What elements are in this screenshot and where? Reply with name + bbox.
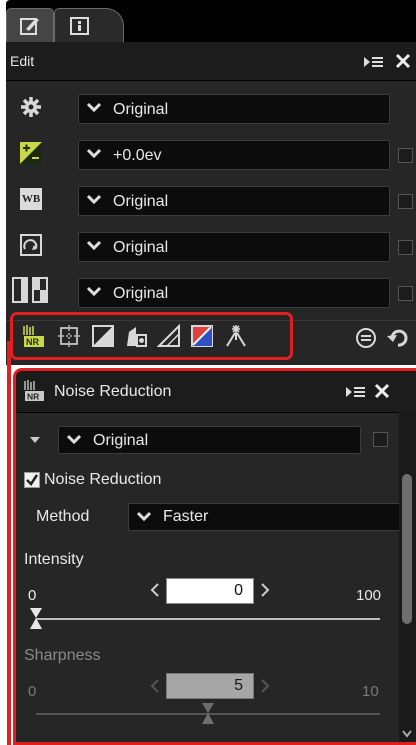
noise-preset-checkbox[interactable] — [373, 432, 388, 447]
sharpness-input[interactable]: 5 — [166, 673, 254, 699]
active-d-lighting-dropdown[interactable]: Original — [78, 278, 390, 308]
noise-reduction-title: Noise Reduction — [54, 383, 172, 400]
exposure-compensation-icon — [20, 142, 42, 164]
intensity-label: Intensity — [24, 551, 84, 568]
tab-strip — [6, 0, 416, 43]
active-d-lighting-checkbox[interactable] — [398, 286, 413, 301]
chevron-down-icon — [87, 240, 101, 251]
intensity-input[interactable]: 0 — [166, 578, 254, 604]
noise-reduction-panel: NR Noise Reduction Original Noise Reduct… — [13, 368, 416, 745]
straighten-icon[interactable] — [57, 324, 81, 348]
noise-reduction-header: NR Noise Reduction — [16, 371, 416, 413]
panel-menu-icon[interactable] — [346, 384, 366, 400]
dropdown-value: +0.0ev — [113, 147, 162, 164]
chevron-down-icon — [87, 102, 101, 113]
decrement-arrow-icon[interactable] — [150, 679, 160, 693]
color-adjust-icon[interactable] — [190, 324, 214, 348]
exposure-checkbox[interactable] — [398, 148, 413, 163]
noise-reduction-tool-icon[interactable]: NR — [21, 324, 45, 348]
dropdown-value: Original — [113, 239, 169, 256]
edit-icon — [20, 18, 39, 35]
picture-control-checkbox[interactable] — [398, 240, 413, 255]
camera-lens-corrections-icon[interactable] — [124, 324, 148, 348]
edit-panel-title: Edit — [10, 53, 35, 69]
method-dropdown[interactable]: Faster — [128, 503, 402, 531]
dropdown-value: Original — [93, 432, 149, 449]
sharpness-label: Sharpness — [24, 647, 101, 664]
sharpness-min-label: 0 — [28, 683, 37, 700]
perspective-icon[interactable] — [157, 324, 181, 348]
scrollbar[interactable] — [399, 412, 416, 742]
white-balance-checkbox[interactable] — [398, 194, 413, 209]
svg-text:NR: NR — [26, 337, 39, 347]
exposure-dropdown[interactable]: +0.0ev — [78, 140, 390, 170]
noise-reduction-checkbox[interactable] — [24, 472, 40, 488]
white-balance-dropdown[interactable]: Original — [78, 186, 390, 216]
chevron-down-icon — [137, 511, 151, 522]
chevron-down-icon — [67, 434, 81, 445]
dropdown-value: Original — [113, 193, 169, 210]
callout-leader-line — [7, 342, 11, 745]
edit-toolbar: NR — [10, 312, 293, 360]
active-d-lighting-icon — [12, 277, 48, 303]
svg-text:NR: NR — [27, 392, 39, 402]
tab-info[interactable] — [54, 8, 124, 43]
gear-icon — [21, 97, 41, 117]
gear-preset-dropdown[interactable]: Original — [78, 94, 390, 124]
picture-control-icon — [20, 234, 42, 256]
intensity-slider-track[interactable] — [36, 618, 380, 620]
noise-reduction-checkbox-label: Noise Reduction — [44, 471, 162, 488]
edit-panel-header: Edit — [6, 42, 416, 81]
retouch-brush-icon[interactable] — [224, 324, 248, 348]
chevron-down-icon — [87, 286, 101, 297]
increment-arrow-icon[interactable] — [260, 583, 270, 597]
decrement-arrow-icon[interactable] — [150, 583, 160, 597]
levels-curves-icon[interactable] — [91, 324, 115, 348]
intensity-slider-thumb[interactable] — [29, 607, 43, 631]
scrollbar-thumb[interactable] — [402, 474, 412, 624]
info-icon — [70, 17, 89, 35]
close-icon[interactable] — [395, 53, 411, 69]
white-balance-icon: WB — [20, 188, 42, 210]
chevron-down-icon — [87, 194, 101, 205]
sharpness-slider-thumb[interactable] — [201, 702, 215, 726]
increment-arrow-icon[interactable] — [260, 679, 270, 693]
chevron-down-icon — [87, 148, 101, 159]
checkmark-icon — [26, 474, 39, 486]
dropdown-value: Original — [113, 101, 169, 118]
intensity-min-label: 0 — [28, 587, 37, 604]
collapse-triangle-icon[interactable] — [30, 435, 40, 445]
scroll-down-arrow-icon[interactable] — [402, 730, 412, 738]
panel-menu-icon[interactable] — [364, 54, 384, 70]
tab-edit[interactable] — [6, 8, 54, 43]
method-label: Method — [36, 508, 90, 525]
noise-reduction-icon: NR — [24, 380, 44, 402]
history-icon[interactable] — [354, 326, 378, 350]
dropdown-value: Faster — [163, 508, 209, 525]
callout-leader-line — [7, 341, 13, 344]
noise-preset-dropdown[interactable]: Original — [58, 426, 361, 454]
sharpness-max-label: 10 — [362, 683, 379, 700]
dropdown-value: Original — [113, 285, 169, 302]
intensity-max-label: 100 — [356, 587, 382, 604]
picture-control-dropdown[interactable]: Original — [78, 232, 390, 262]
undo-icon[interactable] — [386, 326, 410, 350]
close-icon[interactable] — [374, 383, 390, 399]
